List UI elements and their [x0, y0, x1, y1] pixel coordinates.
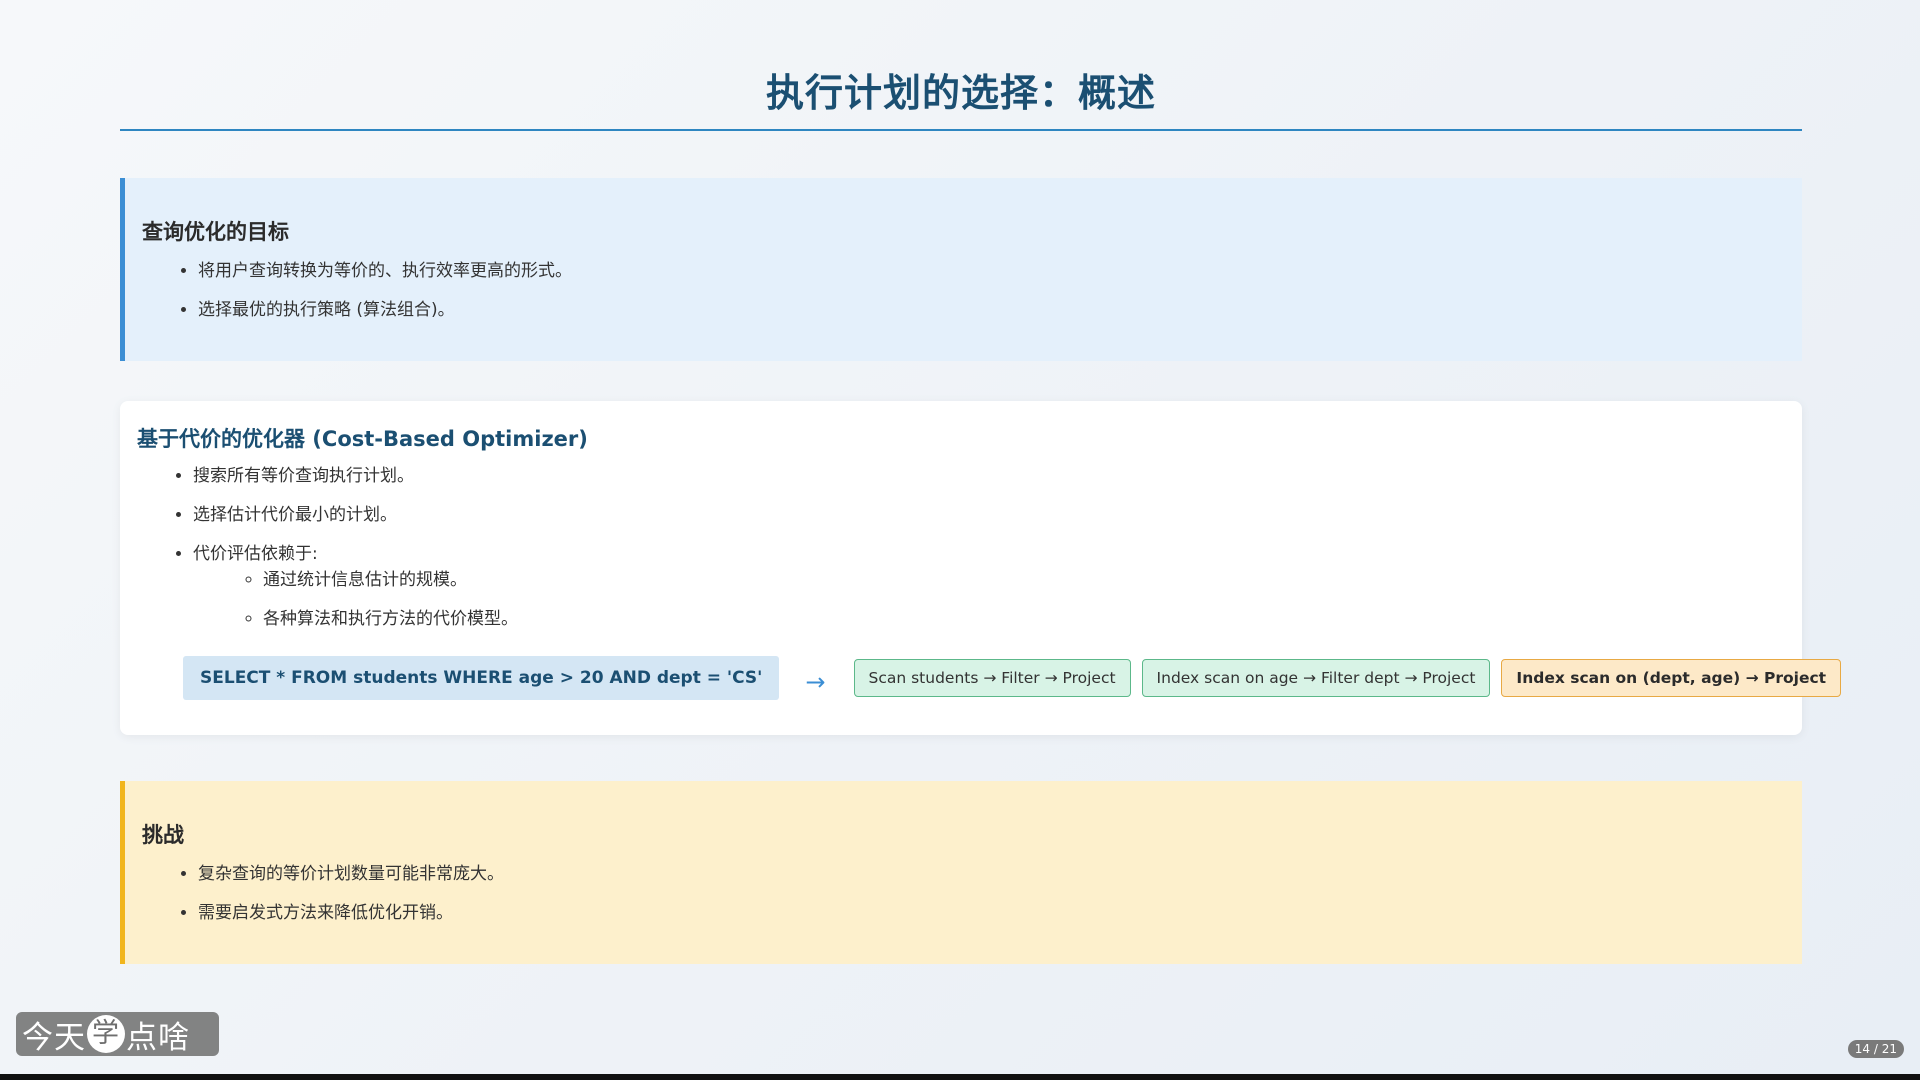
page-indicator: 14 / 21: [1847, 1040, 1904, 1058]
slide: 执行计划的选择：概述 查询优化的目标 将用户查询转换为等价的、执行效率更高的形式…: [0, 0, 1920, 1074]
list-item-with-sublist: 代价评估依赖于: 通过统计信息估计的规模。 各种算法和执行方法的代价模型。: [193, 543, 1802, 630]
plan-option-1: Scan students → Filter → Project: [853, 659, 1131, 697]
goals-card: 查询优化的目标 将用户查询转换为等价的、执行效率更高的形式。 选择最优的执行策略…: [120, 178, 1802, 361]
sub-list-item: 通过统计信息估计的规模。: [263, 569, 1802, 591]
slide-title: 执行计划的选择：概述: [765, 71, 1156, 115]
right-arrow-icon: →: [805, 668, 826, 696]
title-divider: [120, 129, 1802, 131]
list-item: 选择估计代价最小的计划。: [193, 504, 1802, 526]
logo-text-start: 今天: [22, 1019, 86, 1056]
sub-list-item: 各种算法和执行方法的代价模型。: [263, 608, 1802, 630]
goals-heading: 查询优化的目标: [142, 220, 289, 244]
cbo-list: 搜索所有等价查询执行计划。 选择估计代价最小的计划。 代价评估依赖于: 通过统计…: [137, 465, 1802, 630]
list-item: 需要启发式方法来降低优化开销。: [198, 902, 1802, 924]
plan-option-2: Index scan on age → Filter dept → Projec…: [1141, 659, 1491, 697]
logo-ring-char: 学: [87, 1015, 125, 1053]
cbo-card: 基于代价的优化器 (Cost-Based Optimizer) 搜索所有等价查询…: [120, 401, 1842, 735]
list-item: 选择最优的执行策略 (算法组合)。: [198, 299, 1802, 321]
challenge-list: 复杂查询的等价计划数量可能非常庞大。 需要启发式方法来降低优化开销。: [142, 863, 1802, 924]
list-item: 复杂查询的等价计划数量可能非常庞大。: [198, 863, 1802, 885]
list-item: 搜索所有等价查询执行计划。: [193, 465, 1802, 487]
goals-list: 将用户查询转换为等价的、执行效率更高的形式。 选择最优的执行策略 (算法组合)。: [142, 260, 1802, 321]
watermark-logo: 今天 学 点啥: [16, 1012, 219, 1056]
list-item: 将用户查询转换为等价的、执行效率更高的形式。: [198, 260, 1802, 282]
logo-text-end: 点啥: [126, 1019, 190, 1056]
list-item-label: 代价评估依赖于:: [193, 544, 318, 564]
sql-query-box: SELECT * FROM students WHERE age > 20 AN…: [183, 656, 780, 700]
plan-option-best: Index scan on (dept, age) → Project: [1501, 659, 1842, 697]
cbo-sub-list: 通过统计信息估计的规模。 各种算法和执行方法的代价模型。: [193, 569, 1802, 630]
challenge-heading: 挑战: [142, 823, 184, 847]
bottom-bar: [0, 1074, 1920, 1080]
cbo-heading: 基于代价的优化器 (Cost-Based Optimizer): [137, 427, 588, 451]
challenge-card: 挑战 复杂查询的等价计划数量可能非常庞大。 需要启发式方法来降低优化开销。: [120, 781, 1802, 964]
plan-flow: SELECT * FROM students WHERE age > 20 AN…: [183, 656, 1852, 700]
